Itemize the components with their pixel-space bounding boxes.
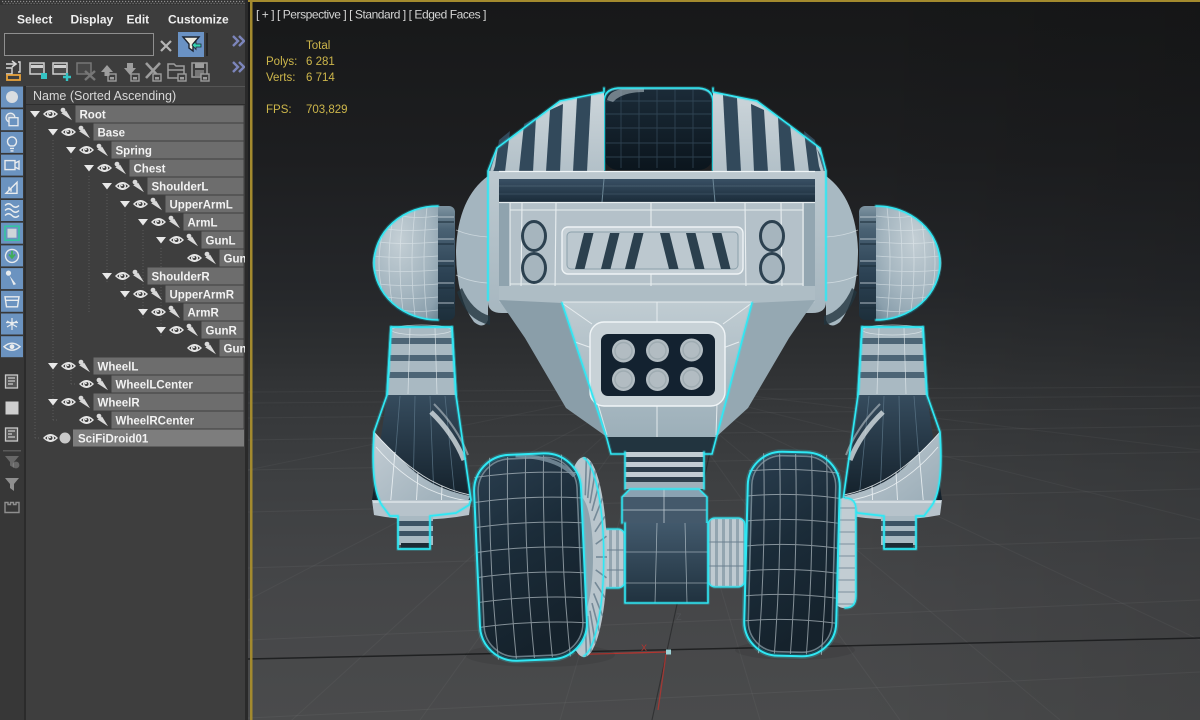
svg-text:FPS:: FPS:	[266, 104, 292, 116]
svg-text:ShoulderL: ShoulderL	[152, 182, 209, 194]
svg-text:Total: Total	[306, 40, 330, 52]
svg-text:Chest: Chest	[134, 164, 166, 176]
svg-text:ShoulderR: ShoulderR	[152, 272, 211, 284]
svg-text:WheelRCenter: WheelRCenter	[116, 416, 195, 428]
svg-text:Base: Base	[98, 128, 126, 140]
svg-text:Root: Root	[80, 110, 106, 122]
svg-text:Gun: Gun	[224, 344, 247, 356]
svg-text:WheelLCenter: WheelLCenter	[116, 380, 194, 392]
svg-text:Verts:: Verts:	[266, 72, 295, 84]
svg-text:GunR: GunR	[206, 326, 238, 338]
svg-text:SciFiDroid01: SciFiDroid01	[78, 434, 149, 446]
svg-text:[ + ] [ Perspective ] [ Standa: [ + ] [ Perspective ] [ Standard ] [ Edg…	[256, 8, 486, 22]
svg-text:Display: Display	[71, 13, 114, 27]
svg-text:Customize: Customize	[168, 13, 229, 27]
svg-text:703,829: 703,829	[306, 104, 348, 116]
svg-text:WheelL: WheelL	[98, 362, 139, 374]
svg-text:Name (Sorted Ascending): Name (Sorted Ascending)	[33, 89, 176, 103]
svg-text:Select: Select	[17, 13, 52, 27]
svg-text:Z: Z	[676, 612, 682, 622]
svg-text:UpperArmR: UpperArmR	[170, 290, 235, 302]
svg-text:6 281: 6 281	[306, 56, 335, 68]
svg-text:Spring: Spring	[116, 146, 152, 158]
svg-text:GunL: GunL	[206, 236, 236, 248]
svg-text:Edit: Edit	[127, 13, 150, 27]
svg-text:WheelR: WheelR	[98, 398, 141, 410]
svg-text:6 714: 6 714	[306, 72, 335, 84]
svg-text:ArmR: ArmR	[188, 308, 220, 320]
svg-text:UpperArmL: UpperArmL	[170, 200, 233, 212]
svg-text:Polys:: Polys:	[266, 56, 297, 68]
svg-text:Gun: Gun	[224, 254, 247, 266]
svg-text:X: X	[641, 643, 647, 653]
svg-text:ArmL: ArmL	[188, 218, 218, 230]
